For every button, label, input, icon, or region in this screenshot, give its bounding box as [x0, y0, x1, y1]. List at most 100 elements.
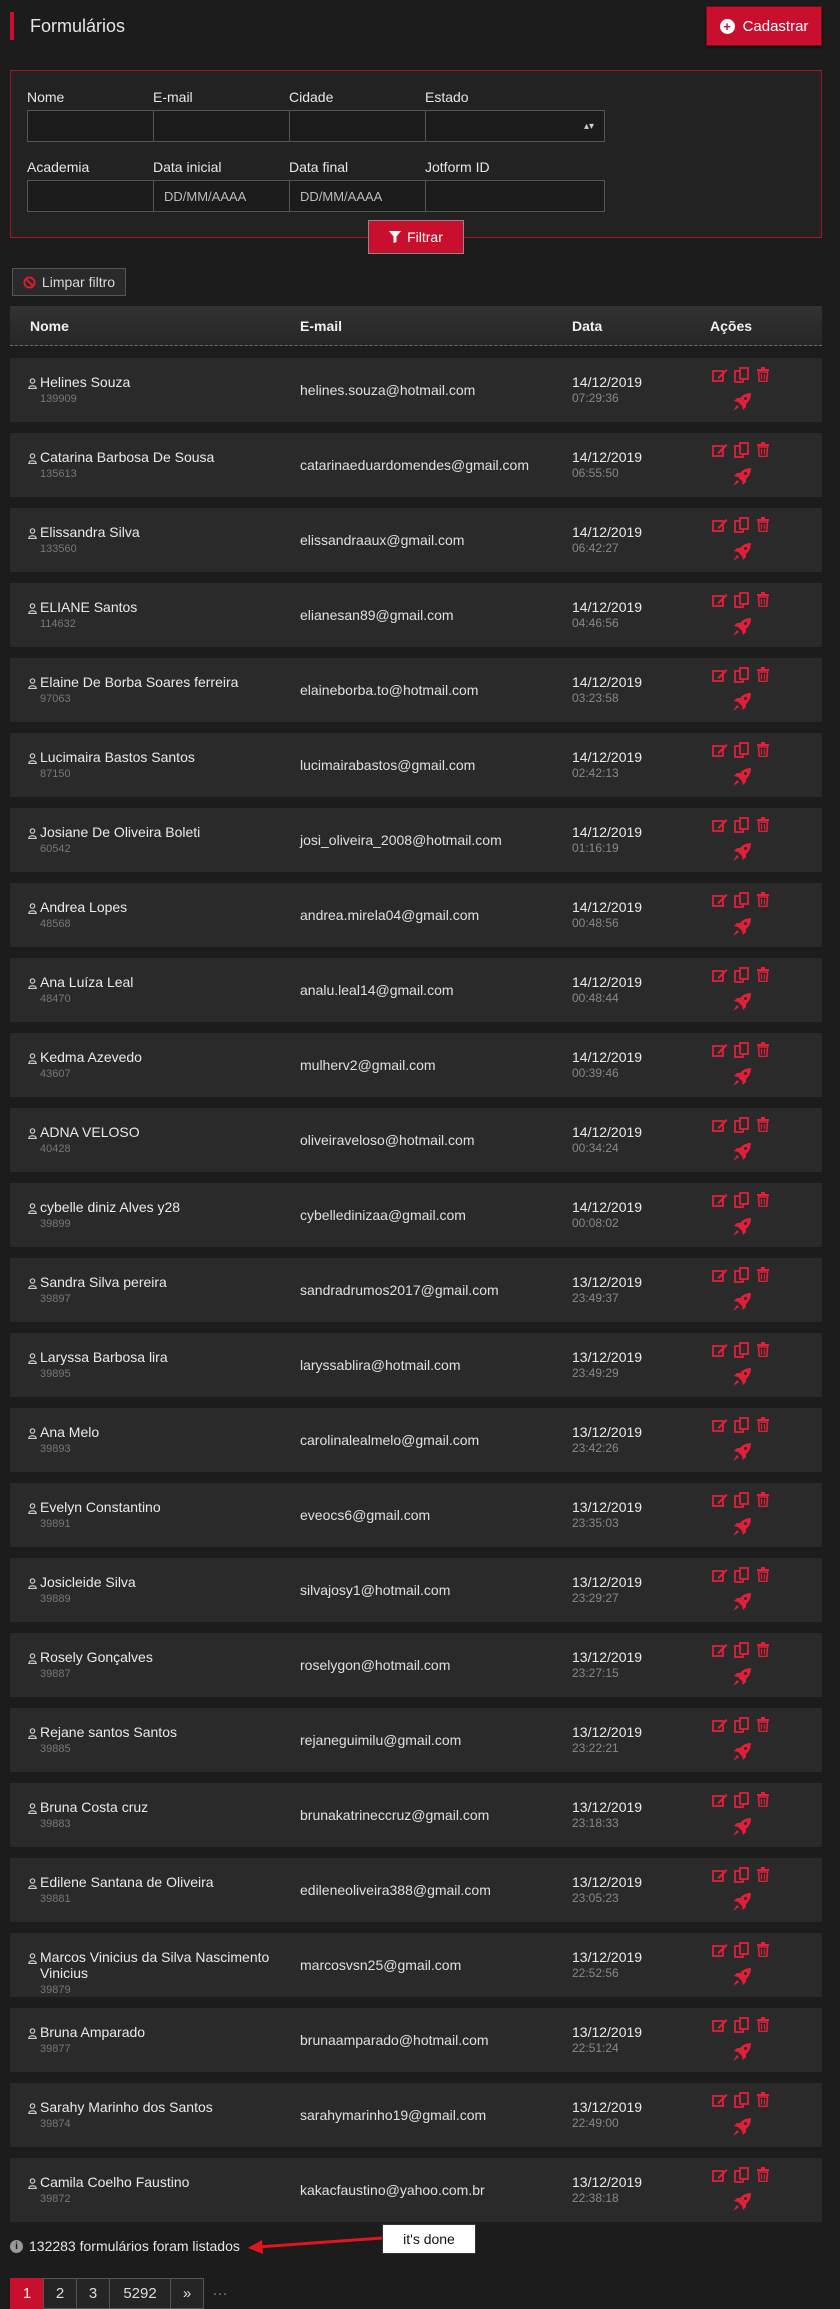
- col-header-email[interactable]: E-mail: [300, 318, 342, 334]
- trash-icon[interactable]: [756, 1192, 770, 1210]
- next-page-link[interactable]: »: [170, 2278, 204, 2309]
- trash-icon[interactable]: [756, 1342, 770, 1360]
- copy-icon[interactable]: [734, 1267, 750, 1286]
- col-header-nome[interactable]: Nome: [30, 318, 69, 334]
- copy-icon[interactable]: [734, 367, 750, 386]
- edit-icon[interactable]: [712, 1268, 728, 1286]
- copy-icon[interactable]: [734, 1342, 750, 1361]
- edit-icon[interactable]: [712, 1343, 728, 1361]
- rocket-icon[interactable]: [732, 1367, 752, 1390]
- copy-icon[interactable]: [734, 1867, 750, 1886]
- rocket-icon[interactable]: [732, 2117, 752, 2140]
- rocket-icon[interactable]: [732, 1667, 752, 1690]
- rocket-icon[interactable]: [732, 917, 752, 940]
- trash-icon[interactable]: [756, 1267, 770, 1285]
- copy-icon[interactable]: [734, 1792, 750, 1811]
- trash-icon[interactable]: [756, 592, 770, 610]
- rocket-icon[interactable]: [732, 1742, 752, 1765]
- edit-icon[interactable]: [712, 1493, 728, 1511]
- copy-icon[interactable]: [734, 2017, 750, 2036]
- rocket-icon[interactable]: [732, 692, 752, 715]
- rocket-icon[interactable]: [732, 467, 752, 490]
- estado-select[interactable]: ▴▾: [425, 110, 605, 142]
- edit-icon[interactable]: [712, 743, 728, 761]
- rocket-icon[interactable]: [732, 1067, 752, 1090]
- trash-icon[interactable]: [756, 1717, 770, 1735]
- copy-icon[interactable]: [734, 1117, 750, 1136]
- limpar-filtro-button[interactable]: Limpar filtro: [12, 268, 126, 296]
- trash-icon[interactable]: [756, 667, 770, 685]
- copy-icon[interactable]: [734, 817, 750, 836]
- copy-icon[interactable]: [734, 1192, 750, 1211]
- copy-icon[interactable]: [734, 967, 750, 986]
- edit-icon[interactable]: [712, 2168, 728, 2186]
- rocket-icon[interactable]: [732, 1817, 752, 1840]
- rocket-icon[interactable]: [732, 1592, 752, 1615]
- rocket-icon[interactable]: [732, 1142, 752, 1165]
- trash-icon[interactable]: [756, 367, 770, 385]
- trash-icon[interactable]: [756, 517, 770, 535]
- rocket-icon[interactable]: [732, 1892, 752, 1915]
- copy-icon[interactable]: [734, 1642, 750, 1661]
- cadastrar-button[interactable]: + Cadastrar: [706, 6, 822, 46]
- copy-icon[interactable]: [734, 1942, 750, 1961]
- copy-icon[interactable]: [734, 1717, 750, 1736]
- edit-icon[interactable]: [712, 1718, 728, 1736]
- filtrar-button[interactable]: Filtrar: [368, 220, 464, 254]
- page-link-1[interactable]: 1: [10, 2278, 44, 2309]
- edit-icon[interactable]: [712, 818, 728, 836]
- rocket-icon[interactable]: [732, 617, 752, 640]
- rocket-icon[interactable]: [732, 1442, 752, 1465]
- trash-icon[interactable]: [756, 1042, 770, 1060]
- page-link-3[interactable]: 3: [76, 2278, 110, 2309]
- rocket-icon[interactable]: [732, 842, 752, 865]
- col-header-data[interactable]: Data: [572, 318, 602, 334]
- trash-icon[interactable]: [756, 2017, 770, 2035]
- edit-icon[interactable]: [712, 368, 728, 386]
- edit-icon[interactable]: [712, 443, 728, 461]
- trash-icon[interactable]: [756, 1492, 770, 1510]
- edit-icon[interactable]: [712, 1643, 728, 1661]
- rocket-icon[interactable]: [732, 1967, 752, 1990]
- edit-icon[interactable]: [712, 2093, 728, 2111]
- trash-icon[interactable]: [756, 892, 770, 910]
- copy-icon[interactable]: [734, 1492, 750, 1511]
- trash-icon[interactable]: [756, 1417, 770, 1435]
- trash-icon[interactable]: [756, 742, 770, 760]
- edit-icon[interactable]: [712, 1568, 728, 1586]
- edit-icon[interactable]: [712, 1943, 728, 1961]
- trash-icon[interactable]: [756, 1117, 770, 1135]
- edit-icon[interactable]: [712, 668, 728, 686]
- copy-icon[interactable]: [734, 517, 750, 536]
- copy-icon[interactable]: [734, 2167, 750, 2186]
- trash-icon[interactable]: [756, 1942, 770, 1960]
- rocket-icon[interactable]: [732, 2042, 752, 2065]
- edit-icon[interactable]: [712, 593, 728, 611]
- copy-icon[interactable]: [734, 1042, 750, 1061]
- rocket-icon[interactable]: [732, 2192, 752, 2215]
- rocket-icon[interactable]: [732, 542, 752, 565]
- edit-icon[interactable]: [712, 1793, 728, 1811]
- rocket-icon[interactable]: [732, 1517, 752, 1540]
- edit-icon[interactable]: [712, 968, 728, 986]
- trash-icon[interactable]: [756, 2167, 770, 2185]
- copy-icon[interactable]: [734, 2092, 750, 2111]
- copy-icon[interactable]: [734, 667, 750, 686]
- trash-icon[interactable]: [756, 442, 770, 460]
- trash-icon[interactable]: [756, 1567, 770, 1585]
- page-link-5292[interactable]: 5292: [109, 2278, 171, 2309]
- copy-icon[interactable]: [734, 592, 750, 611]
- edit-icon[interactable]: [712, 1868, 728, 1886]
- rocket-icon[interactable]: [732, 767, 752, 790]
- edit-icon[interactable]: [712, 2018, 728, 2036]
- copy-icon[interactable]: [734, 742, 750, 761]
- trash-icon[interactable]: [756, 2092, 770, 2110]
- trash-icon[interactable]: [756, 1792, 770, 1810]
- edit-icon[interactable]: [712, 1043, 728, 1061]
- trash-icon[interactable]: [756, 1867, 770, 1885]
- trash-icon[interactable]: [756, 817, 770, 835]
- edit-icon[interactable]: [712, 1418, 728, 1436]
- copy-icon[interactable]: [734, 1417, 750, 1436]
- edit-icon[interactable]: [712, 1193, 728, 1211]
- trash-icon[interactable]: [756, 967, 770, 985]
